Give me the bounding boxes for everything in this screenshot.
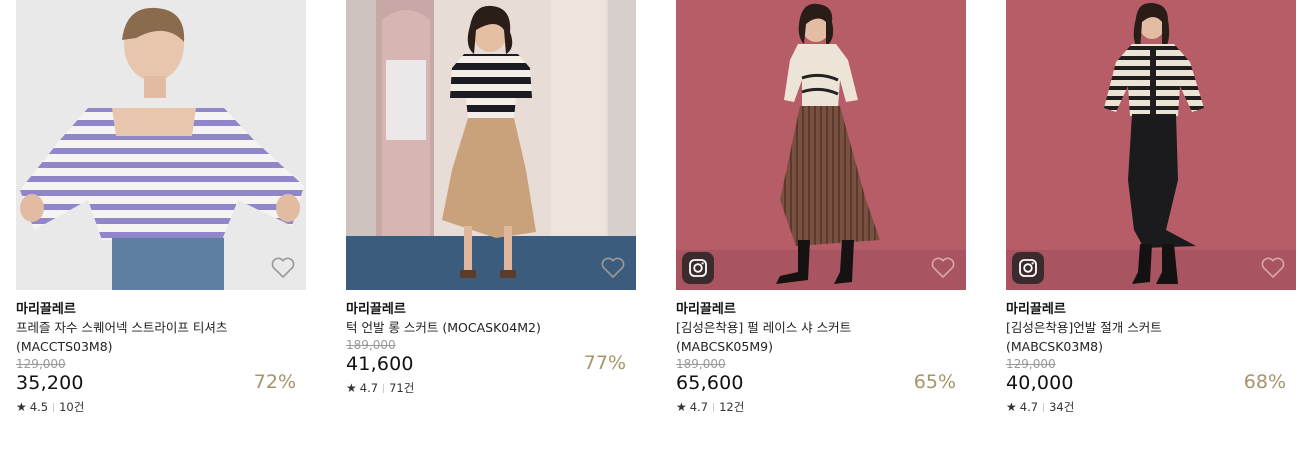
review-count: 34건 <box>1049 400 1075 414</box>
product-image[interactable] <box>1006 0 1296 290</box>
product-name[interactable]: [김성은착용] 펄 레이스 샤 스커트 (MABCSK05M9) <box>676 318 926 356</box>
product-image[interactable] <box>676 0 966 290</box>
instagram-icon[interactable] <box>682 252 714 284</box>
product-name-line2[interactable]: (MACCTS03M8) <box>16 337 266 356</box>
product-brand[interactable]: 마리끌레르 <box>1006 301 1296 318</box>
product-image[interactable] <box>346 0 636 290</box>
star-icon: ★ <box>346 381 357 395</box>
product-name[interactable]: 턱 언발 롱 스커트 (MOCASK04M2) <box>346 318 596 337</box>
review-count: 10건 <box>59 400 85 414</box>
original-price: 189,000 <box>676 357 726 371</box>
product-name-line1[interactable]: [김성은착용] 펄 레이스 샤 스커트 <box>676 318 926 337</box>
product-name-line1[interactable]: [김성은착용]언발 절개 스커트 <box>1006 318 1256 337</box>
wishlist-heart-icon[interactable] <box>930 256 956 280</box>
product-card[interactable]: 마리끌레르 [김성은착용]언발 절개 스커트 (MABCSK03M8) 129,… <box>1006 0 1296 440</box>
product-brand[interactable]: 마리끌레르 <box>16 301 306 318</box>
star-icon: ★ <box>16 400 27 414</box>
review-count: 12건 <box>719 400 745 414</box>
product-name[interactable]: 프레즐 자수 스퀘어넥 스트라이프 티셔츠 (MACCTS03M8) <box>16 318 266 356</box>
product-grid: 마리끌레르 프레즐 자수 스퀘어넥 스트라이프 티셔츠 (MACCTS03M8)… <box>0 0 1299 454</box>
price-row: 129,000 35,200 72% <box>16 356 306 396</box>
wishlist-heart-icon[interactable] <box>270 256 296 280</box>
review-count: 71건 <box>389 381 415 395</box>
price-row: 189,000 65,600 65% <box>676 356 966 396</box>
product-name-line2[interactable]: (MABCSK03M8) <box>1006 337 1256 356</box>
product-brand[interactable]: 마리끌레르 <box>346 301 636 318</box>
rating-info: ★ 4.7 34건 <box>1006 400 1296 415</box>
product-name-line1[interactable]: 턱 언발 롱 스커트 (MOCASK04M2) <box>346 318 596 337</box>
discount-rate: 72% <box>253 371 296 393</box>
price-row: 189,000 41,600 77% <box>346 337 636 377</box>
original-price: 129,000 <box>16 357 66 371</box>
product-name-line1[interactable]: 프레즐 자수 스퀘어넥 스트라이프 티셔츠 <box>16 318 266 337</box>
instagram-icon[interactable] <box>1012 252 1044 284</box>
model-photo <box>676 0 966 290</box>
rating-value: 4.7 <box>1019 400 1039 414</box>
original-price: 129,000 <box>1006 357 1056 371</box>
divider <box>383 384 385 393</box>
divider <box>713 403 715 412</box>
model-photo <box>1006 0 1296 290</box>
instagram-glyph-icon <box>689 259 707 277</box>
rating-value: 4.5 <box>29 400 49 414</box>
rating-info: ★ 4.7 12건 <box>676 400 966 415</box>
instagram-glyph-icon <box>1019 259 1037 277</box>
rating-info: ★ 4.5 10건 <box>16 400 306 415</box>
product-name[interactable]: [김성은착용]언발 절개 스커트 (MABCSK03M8) <box>1006 318 1256 356</box>
divider <box>1043 403 1045 412</box>
rating-value: 4.7 <box>359 381 379 395</box>
product-brand[interactable]: 마리끌레르 <box>676 301 966 318</box>
discount-rate: 77% <box>583 352 626 374</box>
divider <box>53 403 55 412</box>
discount-rate: 68% <box>1243 371 1286 393</box>
product-card[interactable]: 마리끌레르 턱 언발 롱 스커트 (MOCASK04M2) 189,000 41… <box>346 0 636 440</box>
model-photo <box>16 0 306 290</box>
product-card[interactable]: 마리끌레르 프레즐 자수 스퀘어넥 스트라이프 티셔츠 (MACCTS03M8)… <box>16 0 306 440</box>
rating-info: ★ 4.7 71건 <box>346 381 636 396</box>
wishlist-heart-icon[interactable] <box>1260 256 1286 280</box>
model-photo <box>346 0 636 290</box>
star-icon: ★ <box>676 400 687 414</box>
price-row: 129,000 40,000 68% <box>1006 356 1296 396</box>
star-icon: ★ <box>1006 400 1017 414</box>
product-card[interactable]: 마리끌레르 [김성은착용] 펄 레이스 샤 스커트 (MABCSK05M9) 1… <box>676 0 966 440</box>
rating-value: 4.7 <box>689 400 709 414</box>
original-price: 189,000 <box>346 338 396 352</box>
product-name-line2[interactable]: (MABCSK05M9) <box>676 337 926 356</box>
wishlist-heart-icon[interactable] <box>600 256 626 280</box>
discount-rate: 65% <box>913 371 956 393</box>
product-image[interactable] <box>16 0 306 290</box>
